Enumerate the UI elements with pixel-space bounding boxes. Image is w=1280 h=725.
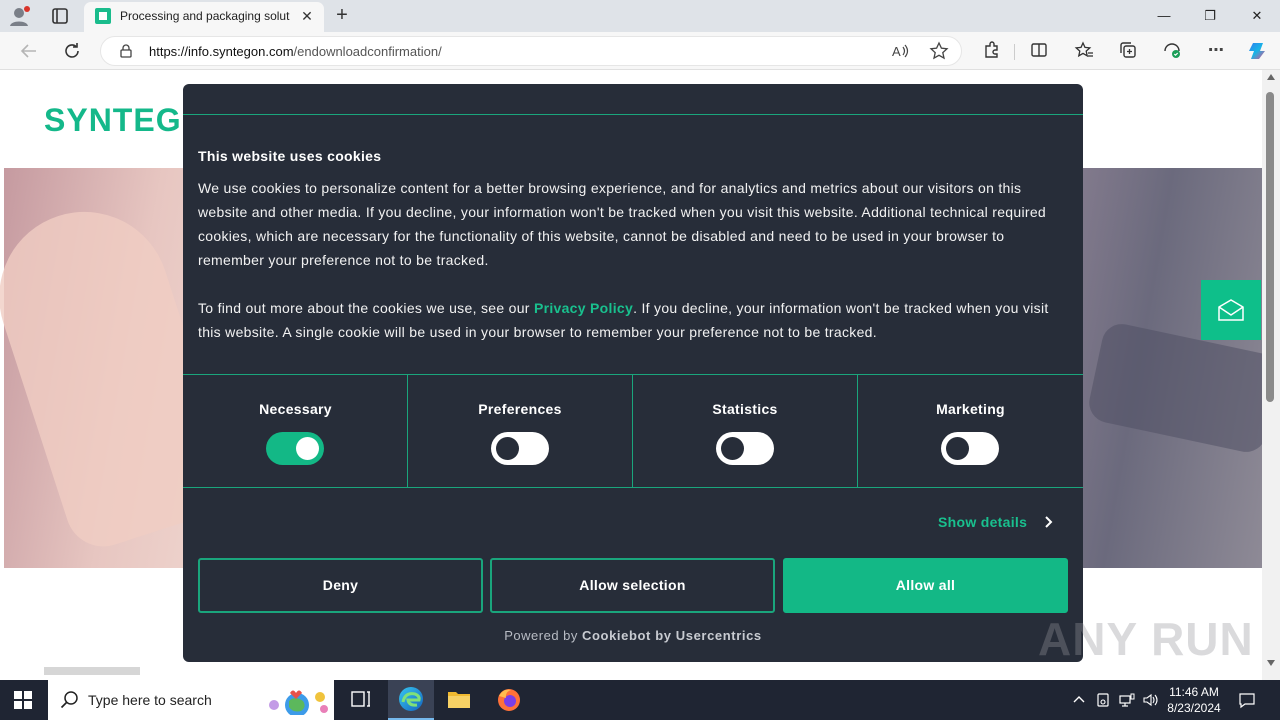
edge-taskbar-icon[interactable] — [388, 680, 434, 720]
cookie-description: We use cookies to personalize content fo… — [198, 180, 1047, 268]
extensions-icon[interactable] — [980, 40, 1002, 62]
search-placeholder: Type here to search — [88, 692, 212, 708]
split-screen-icon[interactable] — [1028, 40, 1050, 62]
allow-all-button[interactable]: Allow all — [783, 558, 1068, 613]
horizontal-scrollbar[interactable] — [44, 667, 140, 675]
search-icon — [60, 690, 80, 710]
url-text[interactable]: https://info.syntegon.com/endownloadconf… — [149, 44, 442, 59]
cookie-consent-dialog: This website uses cookies We use cookies… — [183, 84, 1083, 662]
preferences-switch[interactable] — [491, 432, 549, 465]
windows-start-icon[interactable] — [14, 691, 32, 709]
toggle-label: Marketing — [936, 401, 1005, 417]
tab-bar: Processing and packaging soluti ✕ + — ❐ … — [0, 0, 1280, 32]
cookie-privacy-text: To find out more about the cookies we us… — [198, 296, 1068, 344]
browser-toolbar: https://info.syntegon.com/endownloadconf… — [0, 32, 1280, 70]
switch-knob — [946, 437, 969, 460]
scroll-down-icon[interactable] — [1267, 660, 1275, 666]
toggle-necessary: Necessary — [183, 375, 408, 488]
taskbar-clock[interactable]: 11:46 AM 8/23/2024 — [1162, 684, 1226, 716]
anyrun-watermark: ANY RUN — [1038, 613, 1254, 665]
show-details-link[interactable]: Show details — [938, 514, 1027, 530]
maximize-button[interactable]: ❐ — [1196, 4, 1224, 28]
svg-text:A: A — [892, 44, 901, 59]
clock-time: 11:46 AM — [1169, 685, 1219, 699]
toggle-preferences: Preferences — [407, 375, 632, 488]
new-tab-button[interactable]: + — [330, 4, 354, 28]
dialog-divider — [183, 114, 1083, 115]
toggle-label: Necessary — [259, 401, 332, 417]
tab-actions-icon[interactable] — [50, 6, 70, 26]
mail-icon — [1218, 299, 1244, 321]
windows-taskbar: Type here to search 11:46 AM 8/23/2024 — [0, 680, 1280, 720]
powered-by-text: Powered by Cookiebot by Usercentrics — [183, 628, 1083, 643]
scroll-up-icon[interactable] — [1267, 74, 1275, 80]
favorites-icon[interactable] — [1073, 40, 1095, 62]
network-icon[interactable] — [1119, 692, 1135, 708]
more-menu-icon[interactable]: ⋯ — [1205, 40, 1227, 62]
performance-icon[interactable] — [1161, 40, 1183, 62]
copilot-icon[interactable] — [1246, 40, 1268, 62]
refresh-icon[interactable] — [61, 40, 83, 62]
tray-overflow-icon[interactable] — [1071, 692, 1087, 708]
cookie-category-toggles: Necessary Preferences Statistics Marketi… — [183, 374, 1083, 488]
toggle-statistics: Statistics — [632, 375, 857, 488]
hero-laptop-shape — [1085, 320, 1280, 456]
toggle-label: Preferences — [478, 401, 562, 417]
close-tab-icon[interactable]: ✕ — [298, 7, 316, 25]
scroll-thumb[interactable] — [1266, 92, 1274, 402]
file-explorer-icon[interactable] — [436, 680, 482, 720]
statistics-switch[interactable] — [716, 432, 774, 465]
search-highlight-art-icon — [262, 685, 332, 717]
toolbar-divider — [1014, 44, 1015, 60]
collections-icon[interactable] — [1117, 40, 1139, 62]
lock-icon[interactable] — [119, 44, 133, 58]
site-logo[interactable]: SYNTEG — [44, 102, 182, 139]
toggle-label: Statistics — [712, 401, 778, 417]
notifications-icon[interactable] — [1238, 691, 1256, 709]
switch-knob — [721, 437, 744, 460]
minimize-button[interactable]: — — [1150, 4, 1178, 28]
url-domain: https://info.syntegon.com — [149, 44, 294, 59]
contact-mail-button[interactable] — [1201, 280, 1261, 340]
cookie-dialog-title: This website uses cookies — [198, 148, 382, 164]
toggle-marketing: Marketing — [857, 375, 1083, 488]
favorite-star-icon[interactable] — [928, 41, 950, 63]
chevron-right-icon[interactable] — [1044, 514, 1058, 530]
browser-tab[interactable]: Processing and packaging soluti ✕ — [84, 2, 324, 32]
close-window-button[interactable]: ✕ — [1243, 4, 1271, 28]
read-aloud-icon[interactable]: A — [889, 41, 911, 63]
switch-knob — [496, 437, 519, 460]
task-view-icon[interactable] — [338, 680, 384, 720]
taskbar-search-box[interactable]: Type here to search — [48, 680, 334, 720]
profile-icon[interactable] — [8, 5, 32, 27]
firefox-icon[interactable] — [486, 680, 532, 720]
volume-icon[interactable] — [1142, 692, 1158, 708]
address-bar[interactable]: https://info.syntegon.com/endownloadconf… — [100, 36, 962, 66]
switch-knob — [296, 437, 319, 460]
deny-button[interactable]: Deny — [198, 558, 483, 613]
necessary-switch[interactable] — [266, 432, 324, 465]
allow-selection-button[interactable]: Allow selection — [490, 558, 775, 613]
tray-device-icon[interactable] — [1095, 692, 1111, 708]
clock-date: 8/23/2024 — [1167, 701, 1221, 715]
marketing-switch[interactable] — [941, 432, 999, 465]
powered-prefix: Powered by — [504, 628, 578, 643]
vertical-scrollbar[interactable] — [1262, 70, 1280, 680]
cookiebot-brand[interactable]: Cookiebot by Usercentrics — [582, 628, 762, 643]
privacy-text-before: To find out more about the cookies we us… — [198, 300, 534, 316]
tab-title: Processing and packaging soluti — [120, 9, 290, 23]
url-path: /endownloadconfirmation/ — [293, 44, 442, 59]
site-favicon-icon — [95, 8, 111, 24]
privacy-policy-link[interactable]: Privacy Policy — [534, 300, 633, 316]
back-icon[interactable] — [18, 40, 40, 62]
